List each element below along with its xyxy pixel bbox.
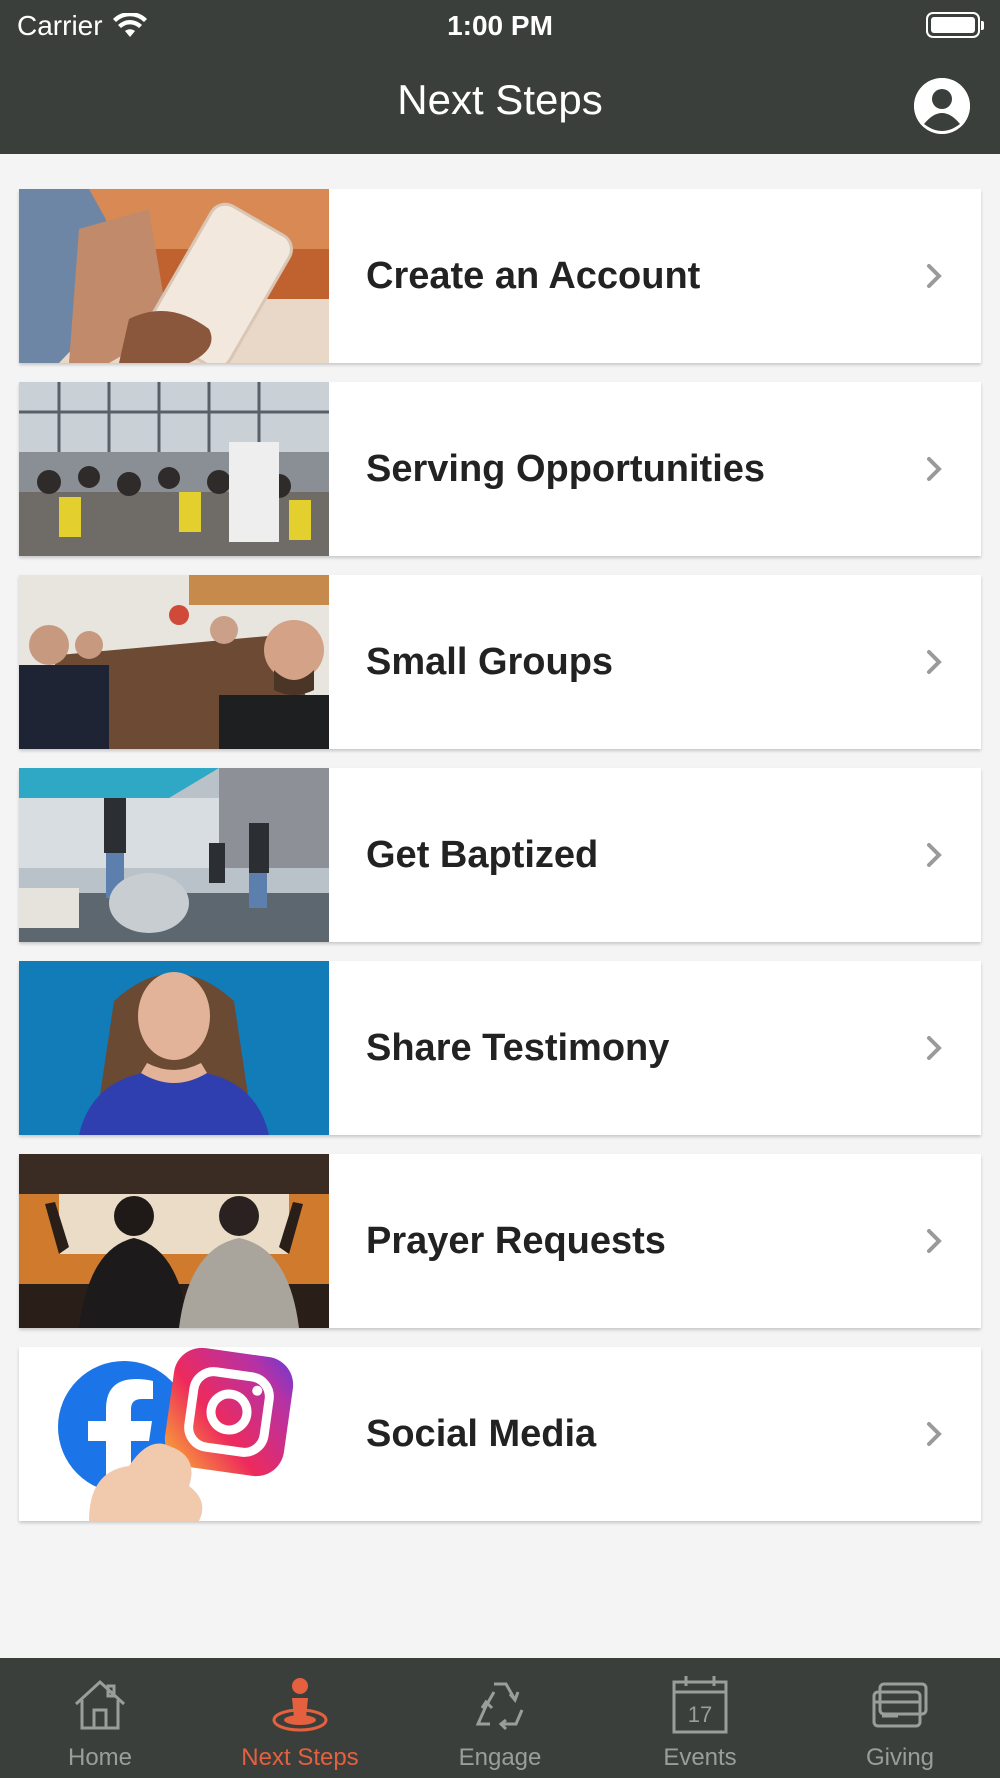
- calendar-icon: 17: [672, 1676, 728, 1734]
- profile-icon: [914, 78, 970, 134]
- chevron-right-icon: [927, 1422, 942, 1446]
- list-item-prayer-requests[interactable]: Prayer Requests: [19, 1154, 981, 1328]
- list-item-serving-opportunities[interactable]: Serving Opportunities: [19, 382, 981, 556]
- list-item-label: Social Media: [366, 1412, 597, 1455]
- tab-home[interactable]: Home: [0, 1658, 200, 1778]
- status-time: 1:00 PM: [447, 10, 553, 41]
- tab-events[interactable]: 17 Events: [600, 1658, 800, 1778]
- next-steps-icon: [272, 1678, 328, 1732]
- list-item-share-testimony[interactable]: Share Testimony: [19, 961, 981, 1135]
- page-title: Next Steps: [397, 76, 603, 123]
- chevron-right-icon: [927, 650, 942, 674]
- chevron-right-icon: [927, 1229, 942, 1253]
- list-item-get-baptized[interactable]: Get Baptized: [19, 768, 981, 942]
- home-icon: [74, 1679, 126, 1730]
- list-item-label: Share Testimony: [366, 1026, 670, 1069]
- calendar-day: 17: [688, 1702, 712, 1727]
- serving-opportunities-image: [19, 382, 329, 556]
- list-item-label: Prayer Requests: [366, 1219, 666, 1262]
- top-bar: Carrier 1:00 PM Next Steps: [0, 0, 1000, 154]
- list-item-label: Get Baptized: [366, 833, 599, 876]
- recycle-icon: [475, 1682, 524, 1731]
- tab-engage[interactable]: Engage: [400, 1658, 600, 1778]
- small-groups-image: [19, 575, 329, 749]
- profile-button[interactable]: [914, 78, 970, 134]
- list-item-social-media[interactable]: Social Media: [19, 1347, 981, 1521]
- chevron-right-icon: [927, 457, 942, 481]
- chevron-right-icon: [927, 843, 942, 867]
- social-media-image: [19, 1347, 329, 1521]
- tab-label: Giving: [865, 1744, 935, 1771]
- tab-next-steps[interactable]: Next Steps: [200, 1658, 400, 1778]
- chevron-right-icon: [927, 1036, 942, 1060]
- tab-label: Next Steps: [241, 1744, 359, 1771]
- tab-label: Events: [663, 1744, 737, 1771]
- tab-label: Engage: [458, 1744, 542, 1771]
- next-steps-list: Create an Account Serving Opportunities …: [19, 189, 981, 1540]
- get-baptized-image: [19, 768, 329, 942]
- tab-label: Home: [67, 1744, 133, 1771]
- prayer-requests-image: [19, 1154, 329, 1328]
- list-item-small-groups[interactable]: Small Groups: [19, 575, 981, 749]
- list-item-label: Create an Account: [366, 254, 701, 297]
- share-testimony-image: [19, 961, 329, 1135]
- list-item-create-account[interactable]: Create an Account: [19, 189, 981, 363]
- create-account-image: [19, 189, 329, 363]
- list-item-label: Serving Opportunities: [366, 447, 766, 490]
- list-item-label: Small Groups: [366, 640, 614, 683]
- battery-icon: [926, 12, 984, 38]
- tab-giving[interactable]: Giving: [800, 1658, 1000, 1778]
- chevron-right-icon: [927, 264, 942, 288]
- wallet-icon: [872, 1682, 928, 1728]
- tab-bar: Home Next Steps Engage 17 Events Giving: [0, 1658, 1000, 1778]
